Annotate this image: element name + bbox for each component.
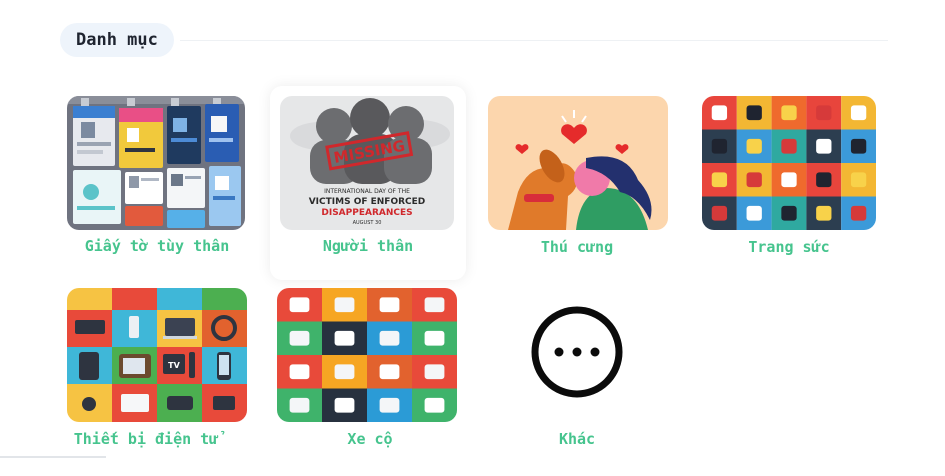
poster-line-1: INTERNATIONAL DAY OF THE <box>324 188 410 195</box>
category-card-vehicles[interactable]: Xe cộ <box>277 288 467 476</box>
category-label: Khác <box>558 430 596 448</box>
category-card-jewelry[interactable]: Trang sức <box>702 96 892 284</box>
tv-label: TV <box>168 361 180 370</box>
electronics-grid-image: TV <box>67 288 247 422</box>
category-card-id-documents[interactable]: Giấy tờ tùy thân <box>67 96 257 284</box>
category-label: Người thân <box>322 237 414 255</box>
id-cards-image <box>67 96 245 230</box>
category-card-pets[interactable]: Thú cưng <box>488 96 678 284</box>
fashion-accessories-image <box>702 96 876 230</box>
section-divider <box>180 40 888 41</box>
category-label: Thú cưng <box>540 238 614 256</box>
more-dots-icon <box>487 288 667 422</box>
pet-love-image <box>488 96 668 230</box>
poster-line-3: DISAPPEARANCES <box>321 208 412 218</box>
category-label: Thiết bị điện tử <box>73 430 219 448</box>
bottom-divider <box>0 456 106 458</box>
poster-line-2: VICTIMS OF ENFORCED <box>309 197 426 207</box>
category-label: Giấy tờ tùy thân <box>84 237 230 255</box>
category-card-relatives[interactable]: MISSING INTERNATIONAL DAY OF THE VICTIMS… <box>270 86 466 280</box>
category-label: Xe cộ <box>347 430 393 448</box>
section-header: Danh mục <box>60 23 888 57</box>
category-card-other[interactable]: Khác <box>487 288 677 476</box>
category-card-electronics[interactable]: TV Thiết bị điện tử <box>67 288 257 476</box>
poster-line-4: AUGUST 30 <box>353 220 382 226</box>
vehicles-grid-image <box>277 288 457 422</box>
section-title: Danh mục <box>60 23 174 57</box>
category-label: Trang sức <box>748 238 830 256</box>
missing-person-poster-image: MISSING INTERNATIONAL DAY OF THE VICTIMS… <box>280 96 454 230</box>
